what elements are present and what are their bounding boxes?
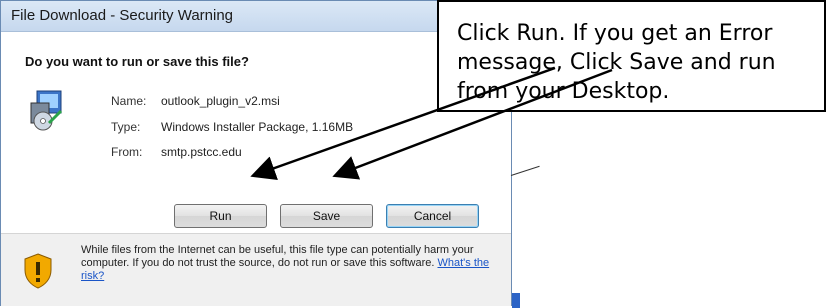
- file-download-dialog: File Download - Security Warning Do you …: [0, 0, 512, 306]
- name-value: outlook_plugin_v2.msi: [161, 94, 280, 108]
- instruction-callout: Click Run. If you get an Error message, …: [437, 0, 826, 112]
- run-button[interactable]: Run: [174, 204, 267, 228]
- type-value: Windows Installer Package, 1.16MB: [161, 120, 354, 134]
- name-label: Name:: [111, 94, 147, 108]
- cancel-button[interactable]: Cancel: [386, 204, 479, 228]
- taskbar-edge: [512, 293, 520, 308]
- dialog-footer: While files from the Internet can be use…: [1, 233, 511, 306]
- dialog-title: File Download - Security Warning: [11, 7, 234, 24]
- dialog-body: Do you want to run or save this file? Na…: [1, 32, 511, 233]
- footer-warning-body: While files from the Internet can be use…: [81, 244, 474, 269]
- type-label: Type:: [111, 120, 141, 134]
- installer-package-icon: [30, 90, 63, 131]
- from-value: smtp.pstcc.edu: [161, 145, 242, 159]
- dialog-titlebar[interactable]: File Download - Security Warning: [1, 1, 511, 32]
- footer-warning-text: While files from the Internet can be use…: [81, 244, 491, 283]
- callout-text: Click Run. If you get an Error message, …: [457, 21, 776, 104]
- download-question: Do you want to run or save this file?: [25, 54, 249, 69]
- from-label: From:: [111, 145, 143, 159]
- save-button[interactable]: Save: [280, 204, 373, 228]
- shield-warning-icon: [24, 253, 52, 289]
- background-line: [510, 165, 540, 176]
